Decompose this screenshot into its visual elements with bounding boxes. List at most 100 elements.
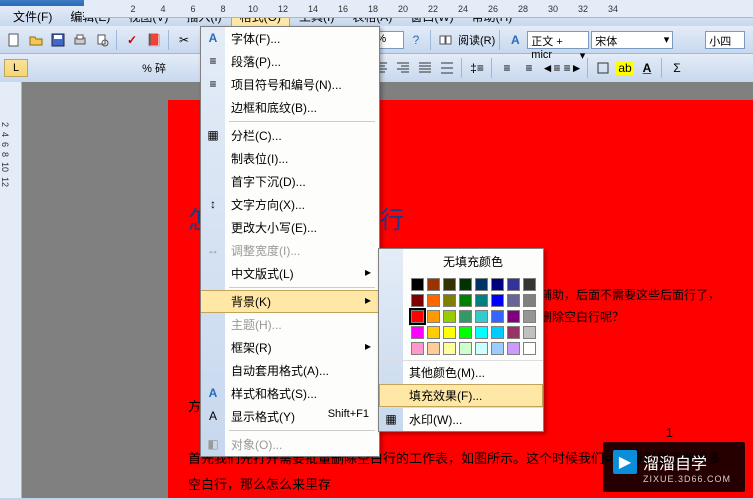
research-icon[interactable]: 📕 bbox=[144, 30, 164, 50]
font-a-icon: A bbox=[205, 30, 221, 46]
color-swatch[interactable] bbox=[491, 310, 504, 323]
color-swatch[interactable] bbox=[491, 326, 504, 339]
color-swatch[interactable] bbox=[427, 310, 440, 323]
columns-icon: ▦ bbox=[205, 127, 221, 143]
distribute-icon[interactable] bbox=[437, 58, 457, 78]
read-label[interactable]: 阅读(R) bbox=[458, 32, 495, 48]
color-swatch[interactable] bbox=[475, 326, 488, 339]
color-swatch[interactable] bbox=[411, 278, 424, 291]
color-swatch[interactable] bbox=[459, 326, 472, 339]
color-swatch[interactable] bbox=[443, 278, 456, 291]
color-swatch[interactable] bbox=[411, 294, 424, 307]
align-right-icon[interactable] bbox=[393, 58, 413, 78]
font-size-combo[interactable]: 小四 bbox=[705, 31, 745, 49]
color-swatch[interactable] bbox=[507, 342, 520, 355]
more-colors-item[interactable]: 其他颜色(M)... bbox=[379, 360, 543, 384]
color-swatch[interactable] bbox=[459, 278, 472, 291]
color-swatch[interactable] bbox=[491, 294, 504, 307]
save-icon[interactable] bbox=[48, 30, 68, 50]
spelling-icon[interactable]: ✓ bbox=[122, 30, 142, 50]
menu-item-changecase[interactable]: 更改大小写(E)... bbox=[201, 216, 379, 239]
menu-item-dropcap[interactable]: 首字下沉(D)... bbox=[201, 170, 379, 193]
read-icon[interactable] bbox=[436, 30, 456, 50]
color-swatch[interactable] bbox=[475, 342, 488, 355]
color-swatch[interactable] bbox=[475, 294, 488, 307]
menu-item-paragraph[interactable]: ≡段落(P)... bbox=[201, 50, 379, 73]
watermark-text: 溜溜自学 bbox=[643, 456, 707, 473]
color-swatch[interactable] bbox=[443, 294, 456, 307]
color-swatch[interactable] bbox=[411, 326, 424, 339]
color-swatch[interactable] bbox=[523, 342, 536, 355]
color-swatch[interactable] bbox=[427, 294, 440, 307]
menu-item-borders[interactable]: 边框和底纹(B)... bbox=[201, 96, 379, 119]
ruler-mark: 22 bbox=[418, 4, 448, 14]
color-swatch[interactable] bbox=[523, 294, 536, 307]
style-icon[interactable]: A bbox=[505, 30, 525, 50]
color-swatch[interactable] bbox=[475, 310, 488, 323]
new-icon[interactable] bbox=[4, 30, 24, 50]
color-swatch[interactable] bbox=[523, 310, 536, 323]
decrease-indent-icon[interactable]: ◄≡ bbox=[541, 58, 561, 78]
color-swatch[interactable] bbox=[523, 326, 536, 339]
color-swatch[interactable] bbox=[427, 342, 440, 355]
ruler-mark: 8 bbox=[208, 4, 238, 14]
menu-item-autoformat[interactable]: 自动套用格式(A)... bbox=[201, 359, 379, 382]
color-swatch[interactable] bbox=[475, 278, 488, 291]
menu-item-bullets[interactable]: ≡项目符号和编号(N)... bbox=[201, 73, 379, 96]
no-fill-item[interactable]: 无填充颜色 bbox=[379, 249, 543, 274]
increase-indent-icon[interactable]: ≡► bbox=[563, 58, 583, 78]
style-combo[interactable]: 正文 + micr▾ bbox=[527, 31, 589, 49]
submenu-arrow-icon: ▸ bbox=[365, 339, 371, 353]
font-combo[interactable]: 宋体▾ bbox=[591, 31, 673, 49]
menu-item-font[interactable]: A字体(F)... bbox=[201, 27, 379, 50]
color-swatch[interactable] bbox=[507, 326, 520, 339]
menu-item-background[interactable]: 背景(K)▸ bbox=[201, 290, 379, 313]
text-direction-icon: ↕ bbox=[205, 196, 221, 212]
color-swatch[interactable] bbox=[427, 326, 440, 339]
line-spacing-icon[interactable]: ‡≡ bbox=[467, 58, 487, 78]
menu-file[interactable]: 文件(F) bbox=[4, 5, 61, 28]
open-icon[interactable] bbox=[26, 30, 46, 50]
color-swatch[interactable] bbox=[459, 310, 472, 323]
color-swatch[interactable] bbox=[507, 278, 520, 291]
color-swatch[interactable] bbox=[411, 310, 424, 323]
menu-item-textdir[interactable]: ↕文字方向(X)... bbox=[201, 193, 379, 216]
color-swatch[interactable] bbox=[523, 278, 536, 291]
menu-item-columns[interactable]: ▦分栏(C)... bbox=[201, 124, 379, 147]
print-preview-icon[interactable] bbox=[92, 30, 112, 50]
vertical-ruler[interactable]: 2 4 6 8 10 12 bbox=[0, 82, 22, 498]
highlight-icon[interactable]: ab bbox=[615, 58, 635, 78]
bullets-icon[interactable]: ≡ bbox=[519, 58, 539, 78]
color-swatch[interactable] bbox=[443, 342, 456, 355]
horizontal-ruler[interactable]: 2 4 6 8 10 12 14 16 18 20 22 24 26 28 30… bbox=[84, 0, 753, 18]
cut-icon[interactable]: ✂ bbox=[174, 30, 194, 50]
help-icon[interactable]: ? bbox=[406, 30, 426, 50]
menu-item-frame[interactable]: 框架(R)▸ bbox=[201, 336, 379, 359]
menu-item-theme: 主题(H)... bbox=[201, 313, 379, 336]
menu-item-chinese-layout[interactable]: 中文版式(L)▸ bbox=[201, 262, 379, 285]
fill-effects-item[interactable]: 填充效果(F)... bbox=[379, 384, 543, 407]
color-swatch[interactable] bbox=[459, 342, 472, 355]
ruler-mark: 30 bbox=[538, 4, 568, 14]
color-swatch[interactable] bbox=[491, 278, 504, 291]
autosum-icon[interactable]: Σ bbox=[667, 58, 687, 78]
border-icon[interactable] bbox=[593, 58, 613, 78]
doc-tab[interactable]: L bbox=[4, 59, 28, 77]
font-color-icon[interactable]: A bbox=[637, 58, 657, 78]
color-swatch[interactable] bbox=[459, 294, 472, 307]
print-icon[interactable] bbox=[70, 30, 90, 50]
color-swatch[interactable] bbox=[427, 278, 440, 291]
align-justify-icon[interactable] bbox=[415, 58, 435, 78]
watermark-item[interactable]: ▦水印(W)... bbox=[379, 407, 543, 431]
menu-item-styles[interactable]: A样式和格式(S)... bbox=[201, 382, 379, 405]
menu-item-tabs[interactable]: 制表位(I)... bbox=[201, 147, 379, 170]
bullets-menu-icon: ≡ bbox=[205, 76, 221, 92]
numbering-icon[interactable]: ≡ bbox=[497, 58, 517, 78]
color-swatch[interactable] bbox=[443, 310, 456, 323]
color-swatch[interactable] bbox=[507, 294, 520, 307]
color-swatch[interactable] bbox=[491, 342, 504, 355]
color-swatch[interactable] bbox=[507, 310, 520, 323]
color-swatch[interactable] bbox=[411, 342, 424, 355]
menu-item-reveal[interactable]: A显示格式(Y)Shift+F1 bbox=[201, 405, 379, 428]
color-swatch[interactable] bbox=[443, 326, 456, 339]
